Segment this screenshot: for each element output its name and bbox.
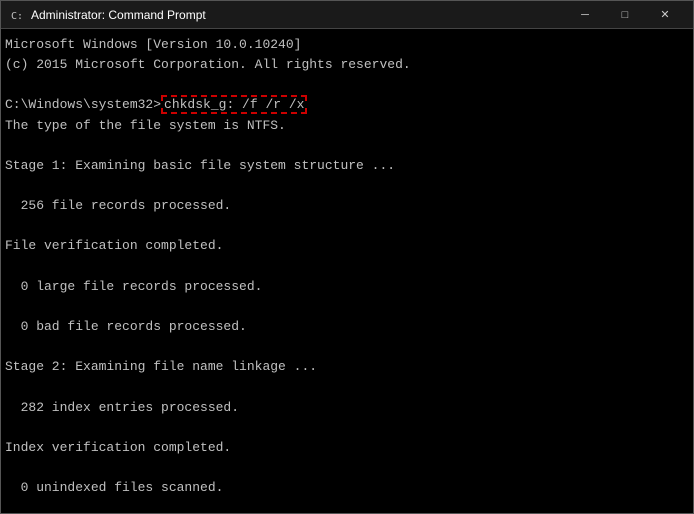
line-5: The type of the file system is NTFS. (5, 116, 689, 136)
line-1: Microsoft Windows [Version 10.0.10240] (5, 35, 689, 55)
line-17: Stage 2: Examining file name linkage ... (5, 357, 689, 377)
line-14 (5, 297, 689, 317)
maximize-button[interactable]: □ (605, 1, 645, 29)
line-11: File verification completed. (5, 236, 689, 256)
line-16 (5, 337, 689, 357)
command-input-line: C:\Windows\system32>chkdsk_g: /f /r /x (5, 95, 689, 115)
line-18 (5, 377, 689, 397)
line-7: Stage 1: Examining basic file system str… (5, 156, 689, 176)
line-20 (5, 418, 689, 438)
line-22 (5, 458, 689, 478)
line-19: 282 index entries processed. (5, 398, 689, 418)
svg-text:C:: C: (11, 11, 23, 22)
line-6 (5, 136, 689, 156)
line-21: Index verification completed. (5, 438, 689, 458)
line-9: 256 file records processed. (5, 196, 689, 216)
command-prompt-window: C: Administrator: Command Prompt ─ □ ✕ M… (0, 0, 694, 514)
line-23: 0 unindexed files scanned. (5, 478, 689, 498)
line-10 (5, 216, 689, 236)
window-title: Administrator: Command Prompt (31, 8, 565, 22)
line-8 (5, 176, 689, 196)
highlighted-command: chkdsk_g: /f /r /x (161, 95, 307, 114)
line-2: (c) 2015 Microsoft Corporation. All righ… (5, 55, 689, 75)
line-13: 0 large file records processed. (5, 277, 689, 297)
cmd-icon: C: (9, 7, 25, 23)
line-15: 0 bad file records processed. (5, 317, 689, 337)
prompt: C:\Windows\system32> (5, 95, 161, 115)
title-bar: C: Administrator: Command Prompt ─ □ ✕ (1, 1, 693, 29)
line-12 (5, 257, 689, 277)
close-button[interactable]: ✕ (645, 1, 685, 29)
window-controls: ─ □ ✕ (565, 1, 685, 29)
command-text: chkdsk_g: /f /r /x (161, 95, 307, 115)
minimize-button[interactable]: ─ (565, 1, 605, 29)
console-output: Microsoft Windows [Version 10.0.10240] (… (1, 29, 693, 513)
line-3 (5, 75, 689, 95)
